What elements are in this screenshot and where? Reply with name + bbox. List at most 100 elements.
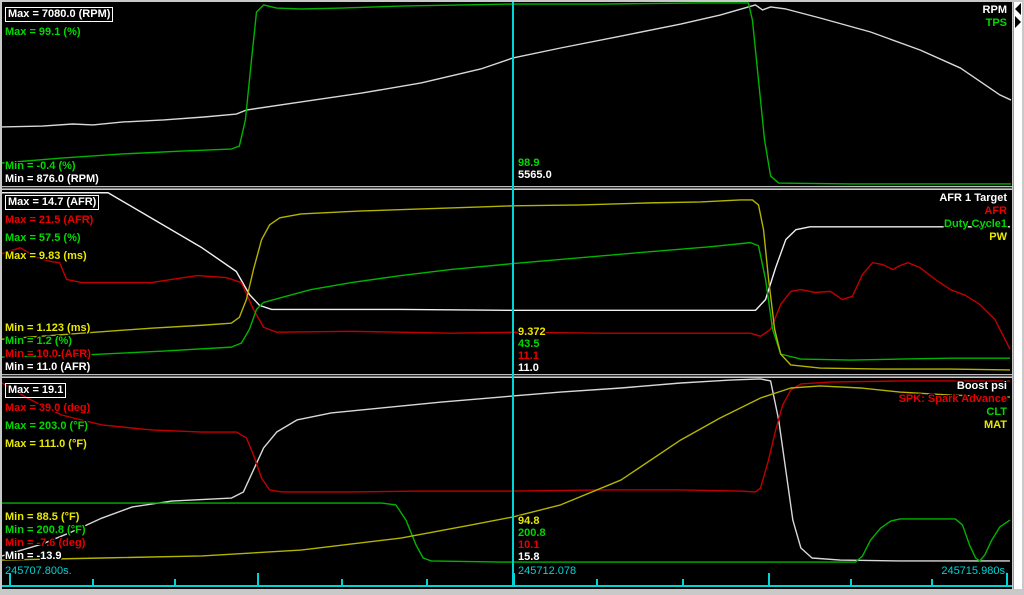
boost-spark-temp-plot [2, 378, 1012, 563]
legend-mat[interactable]: MAT [899, 419, 1007, 432]
collapse-right-icon[interactable] [1015, 16, 1021, 28]
min-label: Min = -13.9 [5, 550, 86, 563]
boost-spark-temp-cursor-values: 94.8200.810.115.8 [518, 515, 546, 563]
afr-trace [2, 248, 1010, 349]
max-label: Max = 111.0 (°F) [5, 438, 87, 450]
max-label-row: Max = 14.7 (AFR) [5, 192, 99, 210]
legend-afr-1-target[interactable]: AFR 1 Target [939, 192, 1007, 205]
axis-major-tick [1006, 573, 1008, 585]
afr-1-target-trace [2, 193, 1010, 311]
axis-major-tick [257, 573, 259, 585]
graph-panels: Max = 7080.0 (RPM) Max = 99.1 (%) Min = -0… [2, 2, 1012, 563]
max-label: Max = 21.5 (AFR) [5, 214, 93, 226]
max-label: Max = 7080.0 (RPM) [5, 7, 113, 22]
axis-minor-tick [931, 579, 933, 585]
max-label: Max = 39.0 (deg) [5, 402, 90, 414]
min-label: Min = -7.6 (deg) [5, 537, 86, 550]
axis-minor-tick [426, 579, 428, 585]
boost-psi-trace [2, 379, 1010, 561]
cursor-value: 9.372 [518, 326, 546, 338]
max-label: Max = 19.1 [5, 383, 66, 398]
min-label: Min = 88.5 (°F) [5, 511, 86, 524]
max-label-row: Max = 21.5 (AFR) [5, 210, 99, 228]
min-label: Min = 1.123 (ms) [5, 322, 91, 335]
axis-minor-tick [341, 579, 343, 585]
legend-boost-psi[interactable]: Boost psi [899, 380, 1007, 393]
graph-scrollbar[interactable] [1013, 2, 1022, 589]
time-axis-start-label: 245707.800s. [5, 565, 72, 577]
max-label-row: Max = 7080.0 (RPM) [5, 4, 113, 22]
axis-minor-tick [174, 579, 176, 585]
panel-fuel-afr[interactable]: Max = 14.7 (AFR) Max = 21.5 (AFR) Max = 57… [2, 190, 1012, 374]
max-label-row: Max = 19.1 [5, 380, 90, 398]
max-label: Max = 14.7 (AFR) [5, 195, 99, 210]
max-label-row: Max = 99.1 (%) [5, 22, 113, 40]
time-axis: 245707.800s. 245712.078 245715.980s. [2, 563, 1012, 587]
time-cursor[interactable] [512, 2, 514, 585]
legend-tps[interactable]: TPS [983, 17, 1007, 30]
min-label: Min = 1.2 (%) [5, 335, 91, 348]
max-label: Max = 99.1 (%) [5, 26, 81, 38]
cursor-value: 43.5 [518, 338, 546, 350]
max-label-row: Max = 111.0 (°F) [5, 434, 90, 452]
max-label-row: Max = 57.5 (%) [5, 228, 99, 246]
cursor-value: 11.1 [518, 350, 546, 362]
log-viewer-window: Max = 7080.0 (RPM) Max = 99.1 (%) Min = -0… [0, 0, 1024, 595]
max-label-row: Max = 203.0 (°F) [5, 416, 90, 434]
max-label-row: Max = 39.0 (deg) [5, 398, 90, 416]
graph-area: Max = 7080.0 (RPM) Max = 99.1 (%) Min = -0… [2, 2, 1012, 589]
rpm-tps-min-labels: Min = -0.4 (%)Min = 876.0 (RPM) [5, 160, 99, 186]
panel-rpm-tps[interactable]: Max = 7080.0 (RPM) Max = 99.1 (%) Min = -0… [2, 2, 1012, 186]
cursor-value: 98.9 [518, 157, 552, 169]
legend-clt[interactable]: CLT [899, 406, 1007, 419]
boost-spark-temp-max-labels: Max = 19.1 Max = 39.0 (deg) Max = 203.0 (°… [5, 380, 90, 452]
cursor-value: 10.1 [518, 539, 546, 551]
fuel-afr-legend: AFR 1 TargetAFRDuty Cycle1PW [939, 192, 1007, 244]
fuel-afr-plot [2, 190, 1012, 374]
cursor-value: 200.8 [518, 527, 546, 539]
axis-minor-tick [850, 579, 852, 585]
panel-boost-spark-temp[interactable]: Max = 19.1 Max = 39.0 (deg) Max = 203.0 (°… [2, 378, 1012, 563]
rpm-trace [2, 5, 1011, 127]
min-label: Min = 876.0 (RPM) [5, 173, 99, 186]
mat-trace [2, 386, 1010, 560]
legend-afr[interactable]: AFR [939, 205, 1007, 218]
fuel-afr-cursor-values: 9.37243.511.111.0 [518, 326, 546, 374]
pw-trace [2, 200, 1010, 370]
legend-pw[interactable]: PW [939, 231, 1007, 244]
cursor-value: 15.8 [518, 551, 546, 563]
legend-duty-cycle1[interactable]: Duty Cycle1 [939, 218, 1007, 231]
max-label: Max = 9.83 (ms) [5, 250, 87, 262]
axis-major-tick [9, 573, 11, 585]
cursor-value: 94.8 [518, 515, 546, 527]
axis-major-tick [768, 573, 770, 585]
boost-spark-temp-min-labels: Min = 88.5 (°F)Min = 200.8 (°F)Min = -7.… [5, 511, 86, 563]
fuel-afr-max-labels: Max = 14.7 (AFR) Max = 21.5 (AFR) Max = 57… [5, 192, 99, 264]
cursor-value: 11.0 [518, 362, 546, 374]
max-label: Max = 203.0 (°F) [5, 420, 88, 432]
cursor-value: 5565.0 [518, 169, 552, 181]
rpm-tps-legend: RPMTPS [983, 4, 1007, 30]
max-label: Max = 57.5 (%) [5, 232, 81, 244]
min-label: Min = 200.8 (°F) [5, 524, 86, 537]
axis-minor-tick [596, 579, 598, 585]
clt-trace [2, 503, 1010, 562]
boost-spark-temp-legend: Boost psiSPK: Spark AdvanceCLTMAT [899, 380, 1007, 432]
legend-spk-spark-advance[interactable]: SPK: Spark Advance [899, 393, 1007, 406]
duty-cycle1-trace [2, 243, 1010, 360]
rpm-tps-cursor-values: 98.95565.0 [518, 157, 552, 181]
min-label: Min = 11.0 (AFR) [5, 361, 91, 374]
fuel-afr-min-labels: Min = 1.123 (ms)Min = 1.2 (%)Min = 10.0 … [5, 322, 91, 374]
spark-advance-trace [2, 381, 1010, 492]
axis-minor-tick [92, 579, 94, 585]
time-axis-end-label: 245715.980s. [941, 565, 1008, 577]
min-label: Min = -0.4 (%) [5, 160, 99, 173]
tps-trace [2, 3, 1011, 184]
rpm-tps-plot [2, 2, 1012, 186]
min-label: Min = 10.0 (AFR) [5, 348, 91, 361]
time-axis-cursor-label: 245712.078 [518, 565, 576, 577]
rpm-tps-max-labels: Max = 7080.0 (RPM) Max = 99.1 (%) [5, 4, 113, 40]
collapse-left-icon[interactable] [1015, 3, 1021, 15]
max-label-row: Max = 9.83 (ms) [5, 246, 99, 264]
legend-rpm[interactable]: RPM [983, 4, 1007, 17]
